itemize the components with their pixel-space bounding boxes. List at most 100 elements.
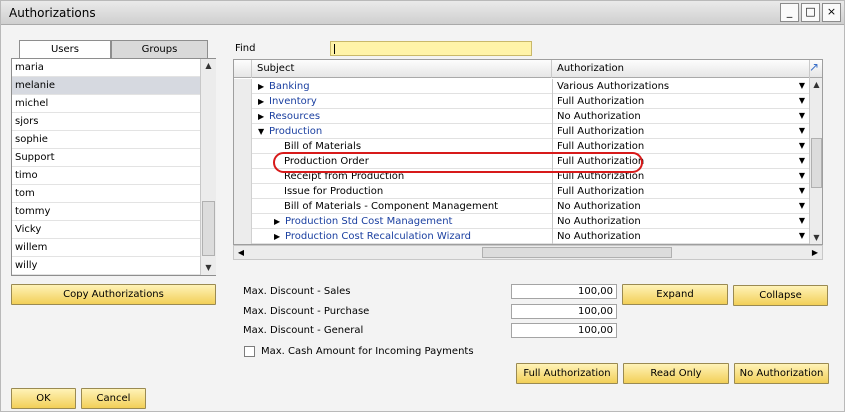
minimize-button[interactable]: _ bbox=[780, 3, 799, 22]
row-selector[interactable] bbox=[234, 184, 252, 199]
grid-authorization-select[interactable]: Full Authorization ▼ bbox=[552, 154, 808, 169]
grid-authorization-select[interactable]: Full Authorization ▼ bbox=[552, 139, 808, 154]
user-list-item[interactable]: tommy bbox=[12, 203, 200, 221]
full-authorization-button[interactable]: Full Authorization bbox=[516, 363, 618, 384]
scroll-thumb[interactable] bbox=[202, 201, 215, 256]
grid-authorization-select[interactable]: No Authorization ▼ bbox=[552, 214, 808, 229]
user-list-item[interactable]: michel bbox=[12, 95, 200, 113]
user-list-item[interactable]: Vicky bbox=[12, 221, 200, 239]
grid-subject-cell[interactable]: Inventory bbox=[269, 94, 317, 109]
dropdown-arrow-icon[interactable]: ▼ bbox=[799, 94, 805, 108]
maximize-button[interactable]: □ bbox=[801, 3, 820, 22]
row-selector[interactable] bbox=[234, 109, 252, 124]
grid-authorization-select[interactable]: Full Authorization ▼ bbox=[552, 94, 808, 109]
read-only-button[interactable]: Read Only bbox=[623, 363, 729, 384]
grid-subject-cell[interactable]: Production Std Cost Management bbox=[285, 214, 452, 229]
dropdown-arrow-icon[interactable]: ▼ bbox=[799, 124, 805, 138]
expand-arrow-icon[interactable]: ▶ bbox=[258, 109, 264, 124]
user-list-item[interactable]: maria bbox=[12, 59, 200, 77]
user-list-item[interactable]: tom bbox=[12, 185, 200, 203]
row-selector[interactable] bbox=[234, 169, 252, 184]
cash-amount-checkbox[interactable] bbox=[244, 346, 255, 357]
row-selector[interactable] bbox=[234, 79, 252, 94]
collapse-button[interactable]: Collapse bbox=[733, 285, 828, 306]
grid-subject-cell[interactable]: Resources bbox=[269, 109, 320, 124]
user-list-item[interactable]: timo bbox=[12, 167, 200, 185]
close-button[interactable]: × bbox=[822, 3, 841, 22]
grid-subject-cell[interactable]: Production Cost Recalculation Wizard bbox=[285, 229, 471, 244]
scroll-thumb[interactable] bbox=[482, 247, 672, 258]
expand-grid-icon[interactable]: ↗ bbox=[807, 60, 821, 74]
discount-general-field[interactable]: 100,00 bbox=[511, 323, 617, 338]
dropdown-arrow-icon[interactable]: ▼ bbox=[799, 184, 805, 198]
scroll-up-icon[interactable]: ▲ bbox=[810, 78, 822, 92]
grid-authorization-select[interactable]: No Authorization ▼ bbox=[552, 199, 808, 214]
grid-row[interactable]: ▼ Production Full Authorization ▼ bbox=[234, 124, 809, 139]
grid-authorization-select[interactable]: Full Authorization ▼ bbox=[552, 169, 808, 184]
grid-authorization-select[interactable]: Various Authorizations ▼ bbox=[552, 79, 808, 94]
no-authorization-button[interactable]: No Authorization bbox=[734, 363, 829, 384]
grid-row[interactable]: Bill of Materials - Component Management… bbox=[234, 199, 809, 214]
authorization-value: Various Authorizations bbox=[557, 81, 670, 92]
dropdown-arrow-icon[interactable]: ▼ bbox=[799, 199, 805, 213]
row-selector[interactable] bbox=[234, 124, 252, 139]
user-list-item[interactable]: sophie bbox=[12, 131, 200, 149]
grid-row[interactable]: ▶ Production Std Cost Management No Author… bbox=[234, 214, 809, 229]
grid-horizontal-scrollbar[interactable]: ◀ ▶ bbox=[233, 245, 823, 260]
grid-row[interactable]: Production Order Full Authorization ▼ bbox=[234, 154, 809, 169]
dropdown-arrow-icon[interactable]: ▼ bbox=[799, 229, 805, 243]
user-list-item[interactable]: willem bbox=[12, 239, 200, 257]
grid-row[interactable]: Bill of Materials Full Authorization ▼ bbox=[234, 139, 809, 154]
discount-purchase-field[interactable]: 100,00 bbox=[511, 304, 617, 319]
find-input[interactable] bbox=[330, 41, 532, 56]
dropdown-arrow-icon[interactable]: ▼ bbox=[799, 214, 805, 228]
grid-subject-cell[interactable]: Production bbox=[269, 124, 322, 139]
scroll-right-icon[interactable]: ▶ bbox=[808, 246, 822, 259]
row-selector[interactable] bbox=[234, 94, 252, 109]
expand-button[interactable]: Expand bbox=[622, 284, 728, 305]
grid-row[interactable]: Issue for Production Full Authorization ▼ bbox=[234, 184, 809, 199]
dropdown-arrow-icon[interactable]: ▼ bbox=[799, 139, 805, 153]
grid-row[interactable]: ▶ Banking Various Authorizations ▼ bbox=[234, 79, 809, 94]
grid-authorization-select[interactable]: Full Authorization ▼ bbox=[552, 124, 808, 139]
row-selector[interactable] bbox=[234, 199, 252, 214]
row-selector[interactable] bbox=[234, 154, 252, 169]
grid-row[interactable]: ▶ Production Cost Recalculation Wizard No … bbox=[234, 229, 809, 244]
grid-authorization-select[interactable]: No Authorization ▼ bbox=[552, 109, 808, 124]
user-list-item[interactable]: melanie bbox=[12, 77, 200, 95]
row-selector[interactable] bbox=[234, 139, 252, 154]
tab-users[interactable]: Users bbox=[19, 40, 111, 59]
expand-arrow-icon[interactable]: ▶ bbox=[274, 214, 280, 229]
copy-authorizations-button[interactable]: Copy Authorizations bbox=[11, 284, 216, 305]
row-selector[interactable] bbox=[234, 229, 252, 244]
scroll-down-icon[interactable]: ▼ bbox=[201, 261, 216, 275]
expand-arrow-icon[interactable]: ▶ bbox=[274, 229, 280, 244]
tab-groups[interactable]: Groups bbox=[111, 40, 208, 59]
scroll-left-icon[interactable]: ◀ bbox=[234, 246, 248, 259]
scroll-up-icon[interactable]: ▲ bbox=[201, 59, 216, 73]
cancel-button[interactable]: Cancel bbox=[81, 388, 146, 409]
discount-sales-field[interactable]: 100,00 bbox=[511, 284, 617, 299]
grid-vertical-scrollbar[interactable]: ▲ ▼ bbox=[809, 78, 822, 244]
dropdown-arrow-icon[interactable]: ▼ bbox=[799, 79, 805, 93]
grid-row[interactable]: ▶ Resources No Authorization ▼ bbox=[234, 109, 809, 124]
dropdown-arrow-icon[interactable]: ▼ bbox=[799, 109, 805, 123]
grid-subject-cell[interactable]: Banking bbox=[269, 79, 310, 94]
grid-row[interactable]: Receipt from Production Full Authorizatio… bbox=[234, 169, 809, 184]
scroll-down-icon[interactable]: ▼ bbox=[810, 231, 822, 244]
dropdown-arrow-icon[interactable]: ▼ bbox=[799, 154, 805, 168]
collapse-arrow-icon[interactable]: ▼ bbox=[258, 124, 264, 139]
row-selector[interactable] bbox=[234, 214, 252, 229]
expand-arrow-icon[interactable]: ▶ bbox=[258, 94, 264, 109]
user-list-scrollbar[interactable]: ▲ ▼ bbox=[200, 59, 216, 275]
grid-row[interactable]: ▶ Inventory Full Authorization ▼ bbox=[234, 94, 809, 109]
expand-arrow-icon[interactable]: ▶ bbox=[258, 79, 264, 94]
ok-button[interactable]: OK bbox=[11, 388, 76, 409]
user-list-item[interactable]: sjors bbox=[12, 113, 200, 131]
scroll-thumb[interactable] bbox=[811, 138, 822, 188]
user-list-item[interactable]: Support bbox=[12, 149, 200, 167]
dropdown-arrow-icon[interactable]: ▼ bbox=[799, 169, 805, 183]
grid-authorization-select[interactable]: Full Authorization ▼ bbox=[552, 184, 808, 199]
user-list-item[interactable]: willy bbox=[12, 257, 200, 275]
grid-authorization-select[interactable]: No Authorization ▼ bbox=[552, 229, 808, 244]
